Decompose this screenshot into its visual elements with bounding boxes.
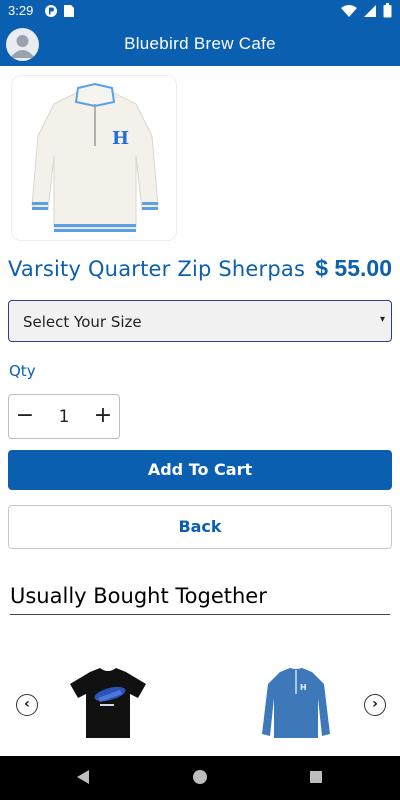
quantity-value[interactable]: 1 [39, 407, 89, 427]
status-bar: 3:29 [0, 0, 400, 24]
plus-button[interactable]: + [91, 403, 115, 431]
blue-quarter-zip-image: H [262, 668, 330, 738]
app-title: Bluebird Brew Cafe [124, 34, 276, 53]
svg-text:H: H [112, 128, 129, 149]
back-button[interactable]: Back [8, 505, 392, 549]
battery-icon [383, 3, 392, 18]
svg-text:H: H [300, 683, 307, 692]
carousel-prev-button[interactable]: ‹ [16, 694, 38, 716]
minus-button[interactable]: − [13, 403, 37, 431]
product-price: $ 55.00 [315, 255, 392, 281]
size-select-value: Select Your Size [23, 313, 142, 331]
card-icon [64, 5, 74, 17]
suggested-item-pullover[interactable]: H [250, 664, 342, 742]
app-bar: Bluebird Brew Cafe [0, 24, 400, 66]
size-select[interactable]: Select Your Size ▾ [8, 300, 392, 342]
sherpa-quarter-zip-image: H [31, 82, 159, 232]
status-right-icons [341, 3, 392, 18]
nav-back-icon[interactable] [75, 769, 91, 785]
carousel-next-button[interactable]: › [364, 694, 386, 716]
wifi-icon [341, 4, 357, 17]
product-image: H [11, 75, 177, 241]
add-to-cart-button[interactable]: Add To Cart [8, 450, 392, 490]
product-title: Varsity Quarter Zip Sherpas [8, 257, 306, 281]
status-left-icons [44, 4, 75, 18]
nav-home-icon[interactable] [193, 770, 207, 784]
system-nav-bar [0, 756, 400, 800]
section-title: Usually Bought Together [10, 584, 267, 608]
qty-label: Qty [9, 362, 36, 380]
chevron-down-icon: ▾ [379, 314, 385, 325]
black-tshirt-image [70, 668, 146, 738]
p-circle-icon [45, 5, 57, 17]
nav-recents-icon[interactable] [310, 771, 322, 783]
cellular-icon [364, 4, 376, 17]
status-time: 3:29 [8, 3, 34, 18]
suggested-item-tshirt[interactable] [62, 664, 154, 742]
divider [10, 614, 390, 615]
quantity-stepper: − 1 + [8, 394, 120, 439]
